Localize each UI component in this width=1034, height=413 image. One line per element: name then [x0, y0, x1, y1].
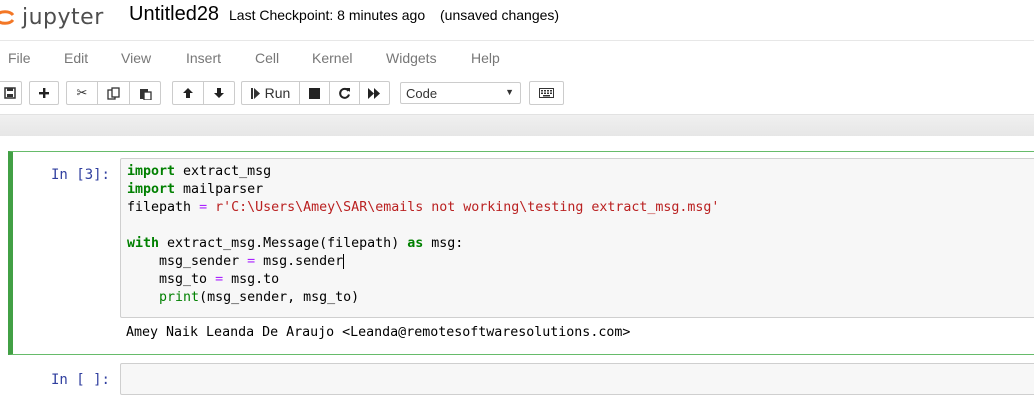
code-token: filepath [127, 200, 200, 215]
header: jupyter Untitled28 Last Checkpoint: 8 mi… [0, 0, 1034, 40]
code-token: mailparser [175, 182, 264, 197]
code-token: msg_sender [127, 254, 248, 269]
arrow-up-icon [183, 88, 193, 98]
move-down-button[interactable] [203, 81, 235, 105]
stop-icon [309, 87, 320, 99]
code-editor[interactable]: import extract_msg import mailparser fil… [120, 158, 1034, 318]
menubar: File Edit View Insert Cell Kernel Widget… [0, 40, 1034, 77]
chevron-down-icon: ▼ [505, 87, 514, 97]
menu-file[interactable]: File [8, 50, 31, 66]
code-token: = [215, 272, 224, 287]
cell-prompt-empty: In [ ]: [50, 372, 110, 388]
save-icon [4, 87, 16, 99]
keyboard-group [529, 81, 564, 105]
menu-edit[interactable]: Edit [64, 50, 88, 66]
code-token: msg.to [223, 272, 280, 287]
cell-type-select[interactable]: Code ▼ [400, 82, 521, 104]
restart-icon [339, 87, 350, 99]
command-palette-button[interactable] [529, 81, 564, 105]
cell-type-value: Code [406, 85, 438, 101]
save-group [0, 81, 22, 105]
run-button[interactable]: Run [241, 81, 300, 105]
fast-forward-icon [368, 87, 380, 99]
jupyter-logo[interactable]: jupyter [0, 2, 104, 32]
code-text[interactable]: import extract_msg import mailparser fil… [127, 163, 719, 307]
text-cursor [343, 253, 345, 269]
menu-insert[interactable]: Insert [186, 50, 221, 66]
move-up-button[interactable] [172, 81, 204, 105]
paste-icon [139, 88, 152, 100]
keyboard-icon [539, 88, 554, 98]
cut-button[interactable]: ✂ [66, 81, 98, 105]
code-token: (msg_sender, msg_to) [199, 290, 360, 305]
code-token: extract_msg [175, 164, 272, 179]
copy-icon [107, 86, 120, 100]
menu-view[interactable]: View [121, 50, 151, 66]
cut-icon: ✂ [76, 85, 88, 100]
insert-group [29, 81, 59, 105]
code-token: import [127, 164, 176, 179]
code-token: with [127, 236, 160, 251]
code-token: import [127, 182, 176, 197]
run-group: Run [241, 81, 390, 105]
plus-icon [39, 88, 49, 98]
arrow-down-icon [214, 88, 224, 98]
move-group [172, 81, 235, 105]
code-token: r'C:\Users\Amey\SAR\emails not working\t… [215, 200, 720, 215]
restart-run-all-button[interactable] [359, 81, 390, 105]
edit-group: ✂ [66, 81, 161, 105]
logo-wordmark: jupyter [22, 4, 104, 30]
checkpoint-status: Last Checkpoint: 8 minutes ago [229, 7, 426, 23]
notebook-container: In [3]: import extract_msg import mailpa… [0, 136, 1034, 413]
menu-cell[interactable]: Cell [255, 50, 279, 66]
toolbar: ✂ Run Code ▼ [0, 76, 1034, 114]
insert-cell-button[interactable] [29, 81, 59, 105]
code-token: = [247, 254, 256, 269]
code-token: msg: [423, 236, 464, 251]
cell-output: Amey Naik Leanda De Araujo <Leanda@remot… [126, 325, 631, 340]
code-token: msg_to [127, 272, 216, 287]
code-token: msg.sender [255, 254, 344, 269]
code-token: extract_msg.Message(filepath) [159, 236, 408, 251]
paste-button[interactable] [129, 81, 161, 105]
toolbar-separator [0, 114, 1034, 137]
run-label: Run [264, 85, 291, 101]
interrupt-button[interactable] [299, 81, 330, 105]
save-button[interactable] [0, 81, 22, 105]
cell-prompt: In [3]: [50, 167, 110, 183]
notebook-name[interactable]: Untitled28 [129, 3, 219, 26]
step-forward-icon [250, 87, 260, 99]
restart-button[interactable] [329, 81, 360, 105]
menu-widgets[interactable]: Widgets [386, 50, 437, 66]
code-token: as [407, 236, 424, 251]
code-editor-empty[interactable] [120, 363, 1034, 395]
menu-help[interactable]: Help [471, 50, 500, 66]
autosave-status: (unsaved changes) [440, 7, 560, 23]
copy-button[interactable] [97, 81, 130, 105]
jupyter-logo-icon [0, 10, 15, 25]
menu-kernel[interactable]: Kernel [312, 50, 352, 66]
code-token: = [199, 200, 208, 215]
code-token: print [159, 290, 200, 305]
